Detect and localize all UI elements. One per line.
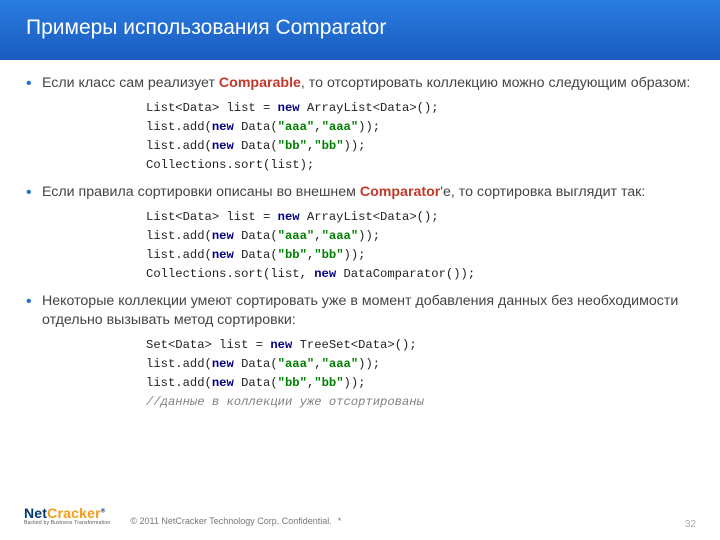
code-text: TreeSet<Data>(); <box>292 338 416 352</box>
bullet-1-text-a: Если класс сам реализует <box>42 75 219 91</box>
code-text: list.add( <box>146 357 212 371</box>
slide-title: Примеры использования Comparator <box>26 16 694 40</box>
logo-text: NetCracker® <box>24 506 110 520</box>
bullet-3: Некоторые коллекции умеют сортировать уж… <box>26 292 694 330</box>
code-text: Set<Data> list = <box>146 338 270 352</box>
string: "aaa" <box>322 229 359 243</box>
bullet-3-text: Некоторые коллекции умеют сортировать уж… <box>42 293 678 328</box>
string: "bb" <box>278 248 307 262</box>
code-block-3: Set<Data> list = new TreeSet<Data>(); li… <box>146 336 694 412</box>
keyword: new <box>212 357 234 371</box>
code-text: DataComparator()); <box>336 267 475 281</box>
string: "aaa" <box>278 357 315 371</box>
page-number: 32 <box>685 519 696 530</box>
keyword: new <box>270 338 292 352</box>
string: "bb" <box>314 139 343 153</box>
bullet-2-text-b: 'е, то сортировка выглядит так: <box>440 184 645 200</box>
keyword: new <box>212 248 234 262</box>
code-text: )); <box>344 248 366 262</box>
logo-part-1: Net <box>24 505 47 521</box>
code-text: Data( <box>234 248 278 262</box>
comment: //данные в коллекции уже отсортированы <box>146 395 424 409</box>
code-text: )); <box>344 376 366 390</box>
code-text: List<Data> list = <box>146 210 278 224</box>
logo-part-2: Cracker <box>47 505 101 521</box>
footnote-star: * <box>338 516 342 526</box>
logo: NetCracker® Backed by Business Transform… <box>24 506 110 526</box>
code-block-1: List<Data> list = new ArrayList<Data>();… <box>146 99 694 175</box>
slide-content: Если класс сам реализует Comparable, то … <box>0 60 720 412</box>
bullet-1-highlight: Comparable <box>219 75 301 91</box>
code-text: list.add( <box>146 120 212 134</box>
code-text: list.add( <box>146 248 212 262</box>
code-text: Data( <box>234 357 278 371</box>
keyword: new <box>278 101 300 115</box>
code-text: )); <box>358 120 380 134</box>
code-text: ArrayList<Data>(); <box>300 210 439 224</box>
bullet-2-highlight: Comparator <box>360 184 440 200</box>
code-text: , <box>314 357 321 371</box>
bullet-2: Если правила сортировки описаны во внешн… <box>26 183 694 202</box>
string: "bb" <box>278 376 307 390</box>
string: "aaa" <box>322 120 359 134</box>
keyword: new <box>278 210 300 224</box>
bullet-1-text-b: , то отсортировать коллекцию можно следу… <box>301 75 690 91</box>
code-text: Data( <box>234 376 278 390</box>
keyword: new <box>314 267 336 281</box>
code-text: list.add( <box>146 139 212 153</box>
keyword: new <box>212 376 234 390</box>
bullet-list: Некоторые коллекции умеют сортировать уж… <box>26 292 694 330</box>
code-text: Data( <box>234 120 278 134</box>
code-text: Data( <box>234 229 278 243</box>
code-text: )); <box>344 139 366 153</box>
bullet-list: Если класс сам реализует Comparable, то … <box>26 74 694 93</box>
code-text: Collections.sort(list); <box>146 158 314 172</box>
bullet-list: Если правила сортировки описаны во внешн… <box>26 183 694 202</box>
logo-tagline: Backed by Business Transformation <box>24 521 110 526</box>
copyright: © 2011 NetCracker Technology Corp. Confi… <box>130 516 331 526</box>
keyword: new <box>212 229 234 243</box>
string: "bb" <box>314 248 343 262</box>
code-text: list.add( <box>146 376 212 390</box>
slide-header: Примеры использования Comparator <box>0 0 720 60</box>
keyword: new <box>212 139 234 153</box>
code-text: Data( <box>234 139 278 153</box>
code-text: , <box>314 120 321 134</box>
code-block-2: List<Data> list = new ArrayList<Data>();… <box>146 208 694 284</box>
slide-footer: NetCracker® Backed by Business Transform… <box>0 496 720 536</box>
code-text: , <box>314 229 321 243</box>
code-text: Collections.sort(list, <box>146 267 314 281</box>
string: "aaa" <box>322 357 359 371</box>
string: "bb" <box>278 139 307 153</box>
code-text: )); <box>358 357 380 371</box>
bullet-2-text-a: Если правила сортировки описаны во внешн… <box>42 184 360 200</box>
string: "bb" <box>314 376 343 390</box>
code-text: list.add( <box>146 229 212 243</box>
code-text: )); <box>358 229 380 243</box>
string: "aaa" <box>278 229 315 243</box>
string: "aaa" <box>278 120 315 134</box>
keyword: new <box>212 120 234 134</box>
code-text: List<Data> list = <box>146 101 278 115</box>
bullet-1: Если класс сам реализует Comparable, то … <box>26 74 694 93</box>
code-text: ArrayList<Data>(); <box>300 101 439 115</box>
